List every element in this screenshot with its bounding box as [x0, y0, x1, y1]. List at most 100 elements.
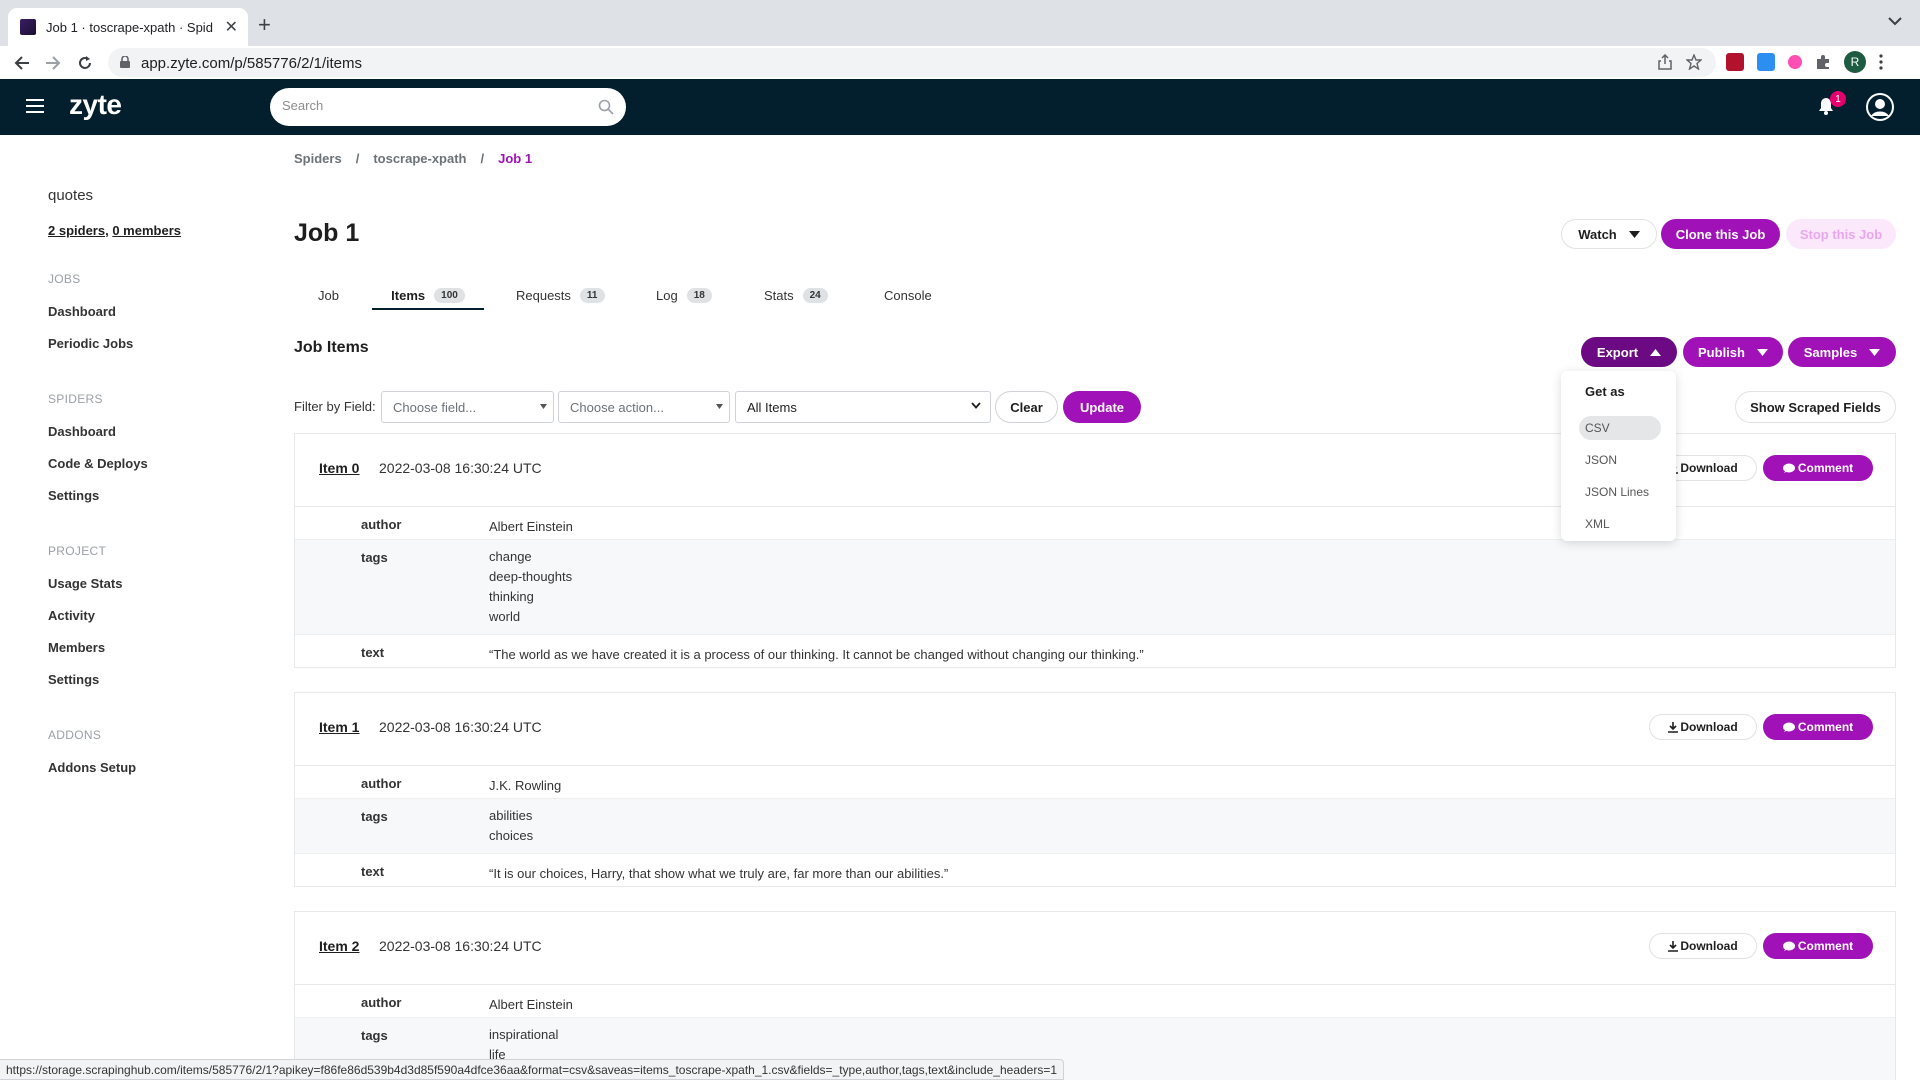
choose-field-value: Choose field... — [393, 399, 477, 415]
caret-down-icon — [1756, 348, 1768, 356]
search-input[interactable] — [282, 98, 582, 113]
download-button[interactable]: Download — [1649, 714, 1757, 740]
tab-job[interactable]: Job — [318, 279, 339, 310]
browser-menu-icon[interactable] — [1879, 54, 1883, 70]
browser-profile-avatar[interactable]: R — [1844, 51, 1866, 73]
tab-items[interactable]: Items 100 — [372, 279, 484, 310]
sidebar-item-activity[interactable]: Activity — [48, 608, 95, 623]
item-timestamp: 2022-03-08 16:30:24 UTC — [379, 938, 542, 954]
export-label: Export — [1596, 344, 1639, 360]
download-icon — [1668, 940, 1679, 952]
download-button[interactable]: Download — [1649, 933, 1757, 959]
field-row-text: text “It is our choices, Harry, that sho… — [295, 854, 1895, 886]
clear-button[interactable]: Clear — [995, 391, 1058, 423]
comment-button[interactable]: Comment — [1763, 714, 1873, 740]
tab-count-badge: 24 — [802, 288, 828, 303]
update-button[interactable]: Update — [1063, 391, 1141, 423]
field-row-text: text “The world as we have created it is… — [295, 635, 1895, 667]
field-value-list: change deep-thoughts thinking world — [489, 547, 572, 627]
publish-button[interactable]: Publish — [1683, 337, 1783, 367]
sidebar-item-spiders-dashboard[interactable]: Dashboard — [48, 424, 116, 439]
tab-stats[interactable]: Stats 24 — [764, 279, 828, 310]
ublock-extension-icon[interactable] — [1726, 53, 1744, 71]
tab-requests[interactable]: Requests 11 — [516, 279, 605, 310]
sidebar-item-members[interactable]: Members — [48, 640, 105, 655]
search-box[interactable] — [270, 88, 626, 126]
sidebar-item-project-settings[interactable]: Settings — [48, 672, 99, 687]
sidebar-section-project: PROJECT — [48, 544, 107, 558]
user-account-icon[interactable] — [1865, 92, 1895, 122]
spiders-count-link[interactable]: 2 spiders — [48, 223, 105, 238]
watch-button[interactable]: Watch — [1561, 219, 1657, 249]
sidebar-item-jobs-dashboard[interactable]: Dashboard — [48, 304, 116, 319]
sidebar-item-code-deploys[interactable]: Code & Deploys — [48, 456, 148, 471]
breadcrumb-spider[interactable]: toscrape-xpath — [373, 151, 466, 166]
caret-up-icon — [1650, 348, 1662, 356]
browser-tab-title: Job 1 · toscrape-xpath · Spid — [46, 19, 213, 35]
download-label: Download — [1680, 939, 1738, 953]
caret-down-icon — [1628, 230, 1640, 238]
export-option-json-lines[interactable]: JSON Lines — [1579, 480, 1661, 504]
project-name: quotes — [48, 187, 94, 204]
sidebar-item-periodic-jobs[interactable]: Periodic Jobs — [48, 336, 133, 351]
tag-value: change — [489, 549, 532, 564]
export-option-csv[interactable]: CSV — [1579, 416, 1661, 440]
choose-action-select[interactable]: Choose action... — [558, 391, 730, 423]
address-bar[interactable]: app.zyte.com/p/585776/2/1/items — [108, 48, 1716, 77]
comment-icon — [1782, 463, 1795, 474]
sidebar-item-usage-stats[interactable]: Usage Stats — [48, 576, 122, 591]
breadcrumb-spiders[interactable]: Spiders — [294, 151, 342, 166]
hamburger-menu-icon[interactable] — [26, 99, 44, 113]
zyte-logo[interactable]: zyte — [69, 89, 122, 121]
tab-search-chevron-icon[interactable] — [1888, 16, 1902, 26]
project-summary: 2 spiders, 0 members — [48, 223, 181, 238]
clone-job-button[interactable]: Clone this Job — [1661, 219, 1780, 249]
breadcrumb-current[interactable]: Job 1 — [498, 151, 532, 166]
breadcrumb-separator: / — [355, 151, 360, 166]
extension-3-icon[interactable] — [1788, 55, 1802, 69]
sidebar-item-addons-setup[interactable]: Addons Setup — [48, 760, 136, 775]
field-value: Albert Einstein — [489, 519, 573, 534]
tab-console[interactable]: Console — [884, 279, 932, 310]
job-tabs: Job Items 100 Requests 11 Log 18 Stats 2… — [294, 279, 984, 310]
comment-button[interactable]: Comment — [1763, 455, 1873, 481]
item-filter-select[interactable]: All Items — [735, 391, 991, 423]
item-header: Item 2 2022-03-08 16:30:24 UTC Download … — [295, 912, 1895, 985]
members-count-link[interactable]: 0 members — [112, 223, 181, 238]
stop-job-button[interactable]: Stop this Job — [1786, 219, 1896, 249]
forward-arrow-icon[interactable] — [41, 51, 65, 75]
puzzle-extensions-icon[interactable] — [1815, 54, 1831, 70]
watch-label: Watch — [1578, 226, 1617, 242]
export-button[interactable]: Export — [1581, 337, 1677, 367]
extension-2-icon[interactable] — [1757, 53, 1775, 71]
samples-button[interactable]: Samples — [1788, 337, 1896, 367]
tab-label: Job — [318, 288, 339, 303]
close-tab-icon[interactable]: ✕ — [225, 17, 238, 37]
tag-value: deep-thoughts — [489, 569, 573, 584]
item-link[interactable]: Item 2 — [319, 938, 359, 954]
comment-button[interactable]: Comment — [1763, 933, 1873, 959]
back-arrow-icon[interactable] — [10, 51, 34, 75]
item-link[interactable]: Item 0 — [319, 460, 359, 476]
item-link[interactable]: Item 1 — [319, 719, 359, 735]
lock-icon — [120, 56, 130, 68]
show-scraped-fields-button[interactable]: Show Scraped Fields — [1735, 391, 1896, 423]
share-icon[interactable] — [1658, 54, 1672, 70]
field-key: text — [361, 645, 385, 660]
export-option-json[interactable]: JSON — [1579, 448, 1661, 472]
reload-icon[interactable] — [73, 51, 97, 75]
search-icon[interactable] — [598, 99, 614, 115]
bookmark-star-icon[interactable] — [1686, 54, 1702, 70]
sidebar-item-spiders-settings[interactable]: Settings — [48, 488, 99, 503]
chevron-down-icon — [971, 402, 981, 409]
tab-log[interactable]: Log 18 — [656, 279, 712, 310]
new-tab-icon[interactable]: + — [258, 12, 271, 38]
browser-tab[interactable]: Job 1 · toscrape-xpath · Spid ✕ — [8, 8, 248, 46]
filter-label: Filter by Field: — [294, 399, 376, 414]
tab-count-badge: 18 — [686, 288, 712, 303]
sidebar-section-jobs: JOBS — [48, 272, 81, 286]
choose-field-select[interactable]: Choose field... — [381, 391, 554, 423]
download-icon — [1668, 721, 1679, 733]
export-option-xml[interactable]: XML — [1579, 512, 1661, 536]
page-title: Job 1 — [294, 219, 360, 247]
